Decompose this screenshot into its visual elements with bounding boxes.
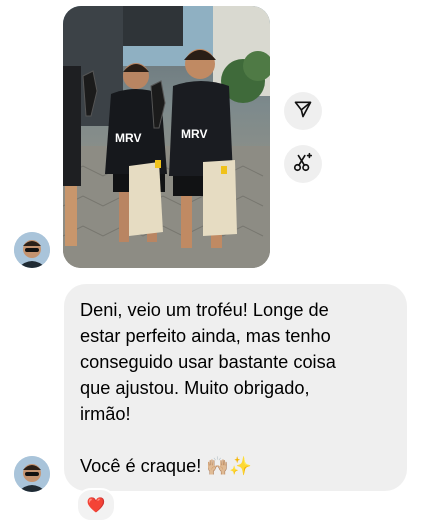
sender-avatar[interactable] (14, 232, 50, 268)
jersey-logo-left: MRV (115, 131, 141, 145)
edit-button[interactable] (284, 145, 322, 183)
avatar-image (14, 232, 50, 268)
message-closing: Você é craque! 🙌🏼✨ (80, 456, 252, 476)
scissors-sparkle-icon (292, 151, 314, 178)
share-button[interactable] (284, 92, 322, 130)
message-line: estar perfeito ainda, mas tenho (80, 326, 331, 346)
message-bubble[interactable]: Deni, veio um troféu! Longe de estar per… (64, 284, 407, 491)
avatar-image (14, 456, 50, 492)
photo-scene: MRV MRV (63, 6, 270, 268)
heart-reaction[interactable]: ❤️ (76, 488, 116, 522)
sender-avatar[interactable] (14, 456, 50, 492)
paper-plane-icon (293, 99, 313, 124)
message-line: irmão! (80, 404, 131, 424)
message-line: que ajustou. Muito obrigado, (80, 378, 310, 398)
shared-photo[interactable]: MRV MRV (63, 6, 270, 268)
message-line: conseguido usar bastante coisa (80, 352, 336, 372)
jersey-logo-right: MRV (181, 127, 207, 141)
heart-icon: ❤️ (86, 497, 106, 514)
message-line: Deni, veio um troféu! Longe de (80, 300, 329, 320)
